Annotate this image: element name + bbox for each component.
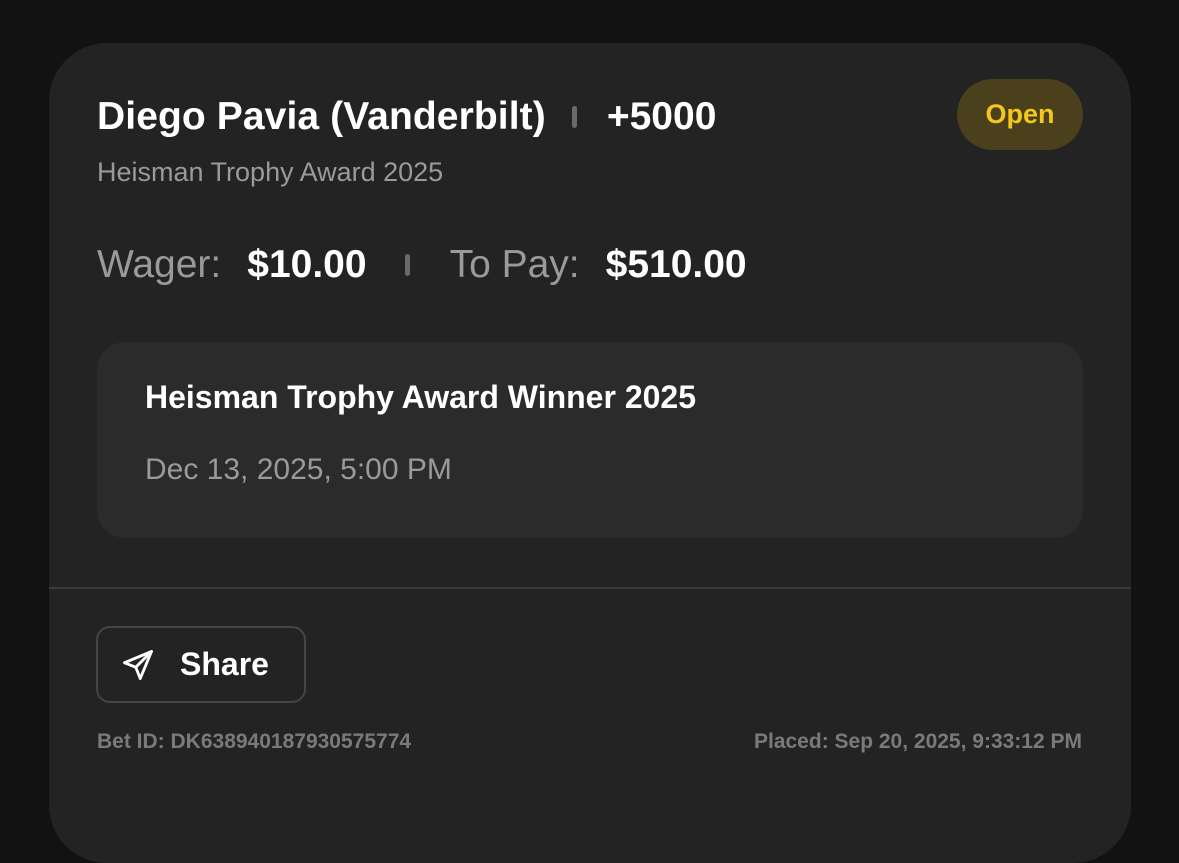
- selection-name: Diego Pavia (Vanderbilt): [97, 95, 546, 138]
- to-pay-label: To Pay:: [449, 243, 580, 286]
- bet-id: Bet ID: DK638940187930575774: [97, 730, 412, 753]
- odds: +5000: [606, 95, 717, 138]
- event-date: Dec 13, 2025, 5:00 PM: [145, 453, 452, 486]
- event-title: Heisman Trophy Award Winner 2025: [145, 379, 696, 415]
- share-label: Share: [180, 646, 269, 682]
- market-name: Heisman Trophy Award 2025: [97, 157, 444, 187]
- bet-card: Diego Pavia (Vanderbilt) +5000 Open Heis…: [49, 43, 1131, 863]
- separator: [49, 587, 1131, 589]
- selection-row: Diego Pavia (Vanderbilt) +5000: [97, 95, 716, 139]
- paper-plane-icon: [120, 647, 156, 683]
- wager-value: $10.00: [247, 243, 367, 286]
- status-badge: Open: [957, 79, 1083, 150]
- to-pay-value: $510.00: [605, 243, 747, 286]
- divider: [404, 254, 410, 276]
- share-button[interactable]: Share: [96, 626, 306, 703]
- placed-timestamp: Placed: Sep 20, 2025, 9:33:12 PM: [753, 730, 1082, 753]
- event-box[interactable]: Heisman Trophy Award Winner 2025 Dec 13,…: [97, 342, 1083, 538]
- wager-label: Wager:: [97, 243, 222, 286]
- wager-row: Wager: $10.00 To Pay: $510.00: [97, 243, 747, 287]
- divider: [571, 106, 577, 128]
